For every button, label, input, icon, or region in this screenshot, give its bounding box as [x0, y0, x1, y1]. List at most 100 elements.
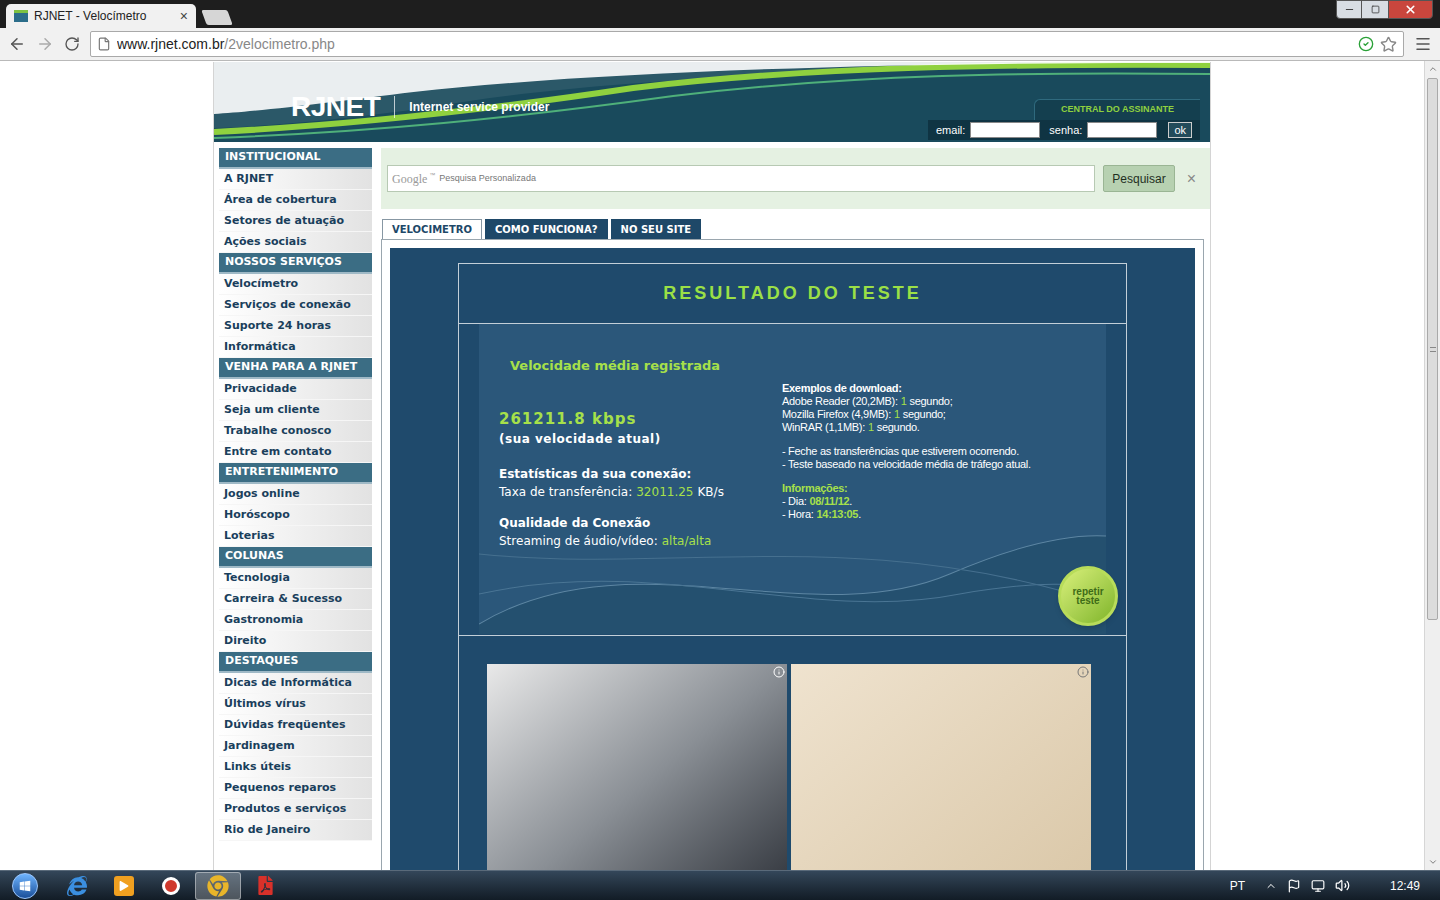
- internet-explorer-icon: [67, 876, 87, 896]
- speed: 261211.8 kbps: [499, 408, 782, 431]
- desktop: RJNET - Velocímetro × www.rjnet.com.br/2ve…: [0, 0, 1440, 900]
- tab-title: RJNET - Velocímetro: [34, 7, 174, 25]
- forward-icon[interactable]: [36, 35, 54, 53]
- close-button[interactable]: [1388, 0, 1433, 19]
- sidebar-item[interactable]: Trabalhe conosco: [219, 421, 372, 442]
- scroll-up-icon[interactable]: [1428, 64, 1438, 74]
- login-row: email:senha:ok: [928, 120, 1200, 141]
- close-icon: [1404, 3, 1417, 16]
- content-panel: RESULTADO DO TESTEVelocidade média regis…: [381, 239, 1204, 870]
- new-tab-button[interactable]: [201, 10, 232, 25]
- taskbar-app[interactable]: [54, 872, 100, 900]
- sidebar-section: DESTAQUESDicas de InformáticaÚltimos vír…: [219, 652, 372, 841]
- ad-banner[interactable]: [487, 664, 787, 870]
- volume-icon[interactable]: [1335, 878, 1350, 893]
- download-example: Adobe Reader (20,2MB):1segundo;: [782, 395, 1031, 408]
- sidebar-section-title: VENHA PARA A RJNET: [219, 358, 372, 379]
- clock[interactable]: 12:49: [1390, 877, 1420, 895]
- action-center-icon[interactable]: [1287, 879, 1301, 893]
- sidebar-item[interactable]: Direito: [219, 631, 372, 652]
- bookmark-star-icon[interactable]: [1380, 36, 1397, 53]
- taskbar-app[interactable]: [195, 872, 241, 900]
- sidebar-item[interactable]: Informática: [219, 337, 372, 358]
- back-icon[interactable]: [8, 35, 26, 53]
- start-button[interactable]: [10, 872, 40, 900]
- sidebar-item[interactable]: Loterias: [219, 526, 372, 547]
- site-logo[interactable]: RJNET: [291, 86, 380, 128]
- google-mark: ™: [429, 171, 435, 180]
- sidebar-item[interactable]: Ações sociais: [219, 232, 372, 253]
- omnibox[interactable]: www.rjnet.com.br/2velocimetro.php: [90, 31, 1404, 57]
- media-player-icon: [114, 876, 134, 896]
- sidebar-item[interactable]: Links úteis: [219, 757, 372, 778]
- pdf-icon: [256, 876, 275, 895]
- sidebar-section-title: ENTRETENIMENTO: [219, 463, 372, 484]
- maximize-button[interactable]: [1362, 0, 1388, 19]
- sidebar-item[interactable]: Tecnologia: [219, 568, 372, 589]
- content-tab[interactable]: VELOCIMETRO: [382, 219, 482, 239]
- content-tabs: VELOCIMETROCOMO FUNCIONA?NO SEU SITE: [381, 219, 1204, 239]
- windows-logo-icon: [19, 880, 31, 892]
- favicon-icon: [14, 10, 28, 22]
- minimize-button[interactable]: [1336, 0, 1362, 19]
- password-input[interactable]: [1087, 122, 1157, 138]
- sidebar-item[interactable]: Produtos e serviços: [219, 799, 372, 820]
- language-indicator[interactable]: PT: [1230, 877, 1245, 895]
- sidebar-item[interactable]: Serviços de conexão: [219, 295, 372, 316]
- content-tab[interactable]: COMO FUNCIONA?: [485, 219, 608, 239]
- sidebar-item[interactable]: Gastronomia: [219, 610, 372, 631]
- search-button[interactable]: Pesquisar: [1103, 165, 1174, 192]
- sidebar-item[interactable]: Seja um cliente: [219, 400, 372, 421]
- stats-title: Estatísticas da sua conexão:: [499, 465, 782, 483]
- search-input[interactable]: Google™Pesquisa Personalizada: [387, 165, 1095, 192]
- ad-info-icon[interactable]: [773, 666, 785, 678]
- minimize-icon: [1344, 4, 1355, 15]
- network-icon[interactable]: [1311, 879, 1325, 893]
- browser-tab[interactable]: RJNET - Velocímetro ×: [6, 4, 196, 28]
- result-details: Exemplos de download:Adobe Reader (20,2M…: [782, 324, 1031, 634]
- sidebar-item[interactable]: Carreira & Sucesso: [219, 589, 372, 610]
- reload-icon[interactable]: [64, 36, 80, 52]
- sidebar-item[interactable]: Horóscopo: [219, 505, 372, 526]
- sidebar-item[interactable]: Setores de atuação: [219, 211, 372, 232]
- sidebar-section-title: INSTITUCIONAL: [219, 148, 372, 169]
- scroll-down-icon[interactable]: [1428, 857, 1438, 867]
- sidebar-item[interactable]: Últimos vírus: [219, 694, 372, 715]
- scrollbar[interactable]: [1424, 61, 1440, 870]
- search-clear[interactable]: ×: [1187, 167, 1196, 191]
- google-brand: Google: [392, 170, 427, 188]
- taskbar-app[interactable]: [242, 872, 288, 900]
- sidebar-item[interactable]: Dúvidas freqüentes: [219, 715, 372, 736]
- sidebar-item[interactable]: Pequenos reparos: [219, 778, 372, 799]
- retest-button[interactable]: repetir teste: [1058, 566, 1118, 626]
- verified-icon: [1358, 36, 1374, 52]
- login-title: CENTRAL DO ASSINANTE: [1034, 99, 1200, 120]
- tab-close[interactable]: ×: [180, 9, 188, 23]
- sidebar-section-title: NOSSOS SERVIÇOS: [219, 253, 372, 274]
- sidebar-item[interactable]: Dicas de Informática: [219, 673, 372, 694]
- site-header: RJNETInternet service providerCENTRAL DO…: [214, 62, 1210, 142]
- sidebar-section: VENHA PARA A RJNETPrivacidadeSeja um cli…: [219, 358, 372, 463]
- sidebar-item[interactable]: Área de cobertura: [219, 190, 372, 211]
- sidebar-item[interactable]: Privacidade: [219, 379, 372, 400]
- chrome-menu-icon[interactable]: [1414, 35, 1432, 53]
- sidebar-item[interactable]: Jardinagem: [219, 736, 372, 757]
- show-hidden-icons-icon[interactable]: [1265, 880, 1277, 892]
- content-tab[interactable]: NO SEU SITE: [611, 219, 702, 239]
- ad-info-icon[interactable]: [1077, 666, 1089, 678]
- sidebar-item[interactable]: Entre em contato: [219, 442, 372, 463]
- sidebar-item[interactable]: Suporte 24 horas: [219, 316, 372, 337]
- email-input[interactable]: [970, 122, 1040, 138]
- sidebar-item[interactable]: Rio de Janeiro: [219, 820, 372, 841]
- viewport: RJNETInternet service providerCENTRAL DO…: [0, 61, 1440, 870]
- sidebar-item[interactable]: Velocímetro: [219, 274, 372, 295]
- taskbar-app[interactable]: [148, 872, 194, 900]
- sidebar-item[interactable]: Jogos online: [219, 484, 372, 505]
- taskbar-app[interactable]: [101, 872, 147, 900]
- scroll-thumb[interactable]: [1427, 78, 1438, 620]
- quality-title: Qualidade da Conexão: [499, 514, 782, 532]
- ad-banner[interactable]: [791, 664, 1091, 870]
- sidebar-section-title: DESTAQUES: [219, 652, 372, 673]
- login-button[interactable]: ok: [1168, 122, 1192, 138]
- sidebar-item[interactable]: A RJNET: [219, 169, 372, 190]
